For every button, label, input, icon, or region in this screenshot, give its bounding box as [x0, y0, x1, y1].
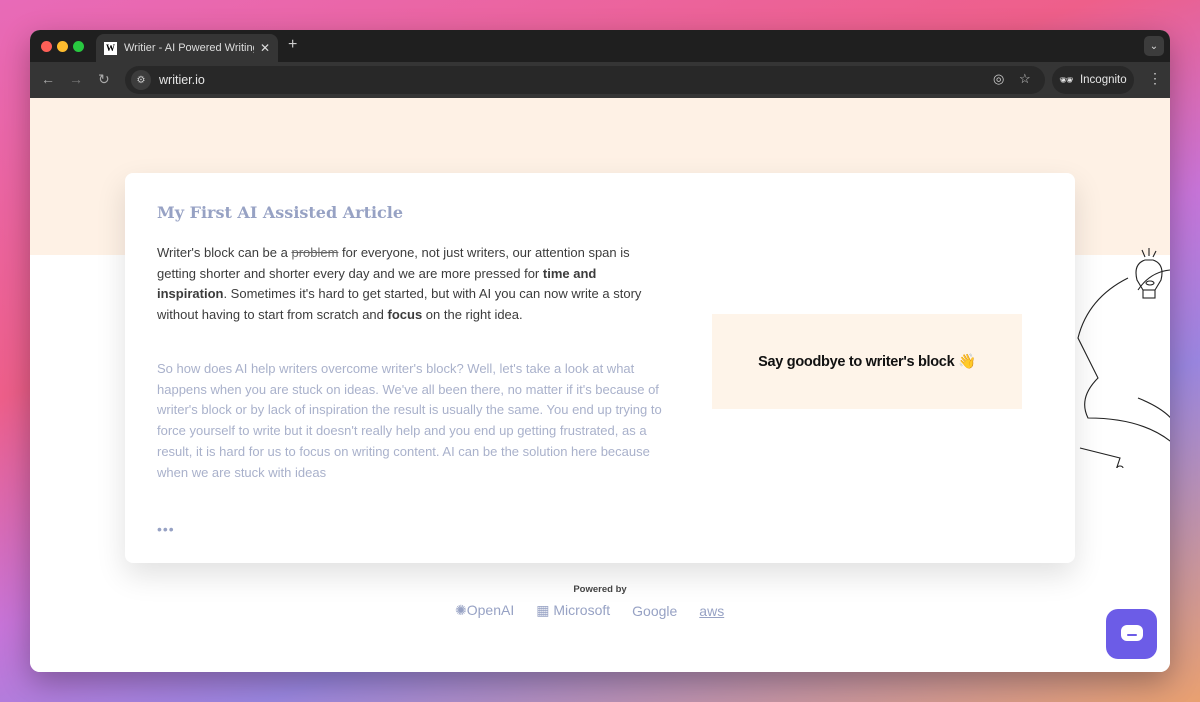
- url-text: writier.io: [159, 73, 205, 87]
- tab-search-button[interactable]: ⌄: [1144, 36, 1164, 56]
- more-ellipsis[interactable]: •••: [157, 521, 175, 537]
- partner-logos: ✺OpenAI ▦ Microsoft Google aws: [455, 602, 724, 619]
- site-settings-icon[interactable]: ⚙: [131, 70, 151, 90]
- powered-by-label: Powered by: [573, 584, 627, 595]
- toolbar: ← → ↻ ⚙ writier.io ◎ ☆ 🕶 Incognito ⋮: [30, 62, 1170, 98]
- back-icon[interactable]: ←: [41, 71, 55, 87]
- chat-icon: [1120, 625, 1143, 641]
- minimize-window-button[interactable]: [57, 41, 68, 52]
- tab-writier[interactable]: W Writier - AI Powered Writing Assistant…: [96, 34, 278, 62]
- page-content: My First AI Assisted Article Writer's bl…: [30, 98, 1170, 672]
- incognito-icon: 🕶: [1059, 75, 1074, 87]
- aws-logo: aws: [699, 602, 725, 619]
- forward-icon[interactable]: →: [69, 71, 83, 87]
- google-logo: Google: [632, 602, 678, 619]
- browser-window: W Writier - AI Powered Writing Assistant…: [30, 30, 1170, 672]
- tab-bar: W Writier - AI Powered Writing Assistant…: [30, 30, 1170, 62]
- close-window-button[interactable]: [41, 41, 52, 52]
- article-card: My First AI Assisted Article Writer's bl…: [125, 173, 1075, 563]
- promo-box: Say goodbye to writer's block 👋: [712, 314, 1022, 409]
- incognito-badge[interactable]: 🕶 Incognito: [1052, 66, 1134, 94]
- star-icon[interactable]: ☆: [1019, 71, 1031, 87]
- new-tab-button[interactable]: +: [288, 36, 297, 54]
- tab-title: Writier - AI Powered Writing Assistant: [124, 42, 254, 54]
- reload-icon[interactable]: ↻: [98, 71, 110, 88]
- lightbulb-doodle-icon: [1077, 248, 1170, 468]
- favicon-icon: W: [104, 41, 117, 55]
- article-title[interactable]: My First AI Assisted Article: [157, 203, 403, 222]
- article-paragraph-1[interactable]: Writer's block can be a problem for ever…: [157, 243, 667, 326]
- chat-widget-button[interactable]: [1106, 609, 1157, 659]
- kebab-menu-icon[interactable]: ⋮: [1148, 70, 1162, 87]
- openai-logo: ✺OpenAI: [455, 602, 515, 618]
- article-paragraph-2[interactable]: So how does AI help writers overcome wri…: [157, 359, 667, 483]
- eye-off-icon[interactable]: ◎: [993, 71, 1004, 87]
- microsoft-logo: ▦ Microsoft: [536, 602, 611, 618]
- address-bar[interactable]: ⚙ writier.io ◎ ☆: [125, 66, 1045, 94]
- close-tab-icon[interactable]: ✕: [260, 41, 270, 55]
- incognito-label: Incognito: [1079, 74, 1127, 86]
- maximize-window-button[interactable]: [73, 41, 84, 52]
